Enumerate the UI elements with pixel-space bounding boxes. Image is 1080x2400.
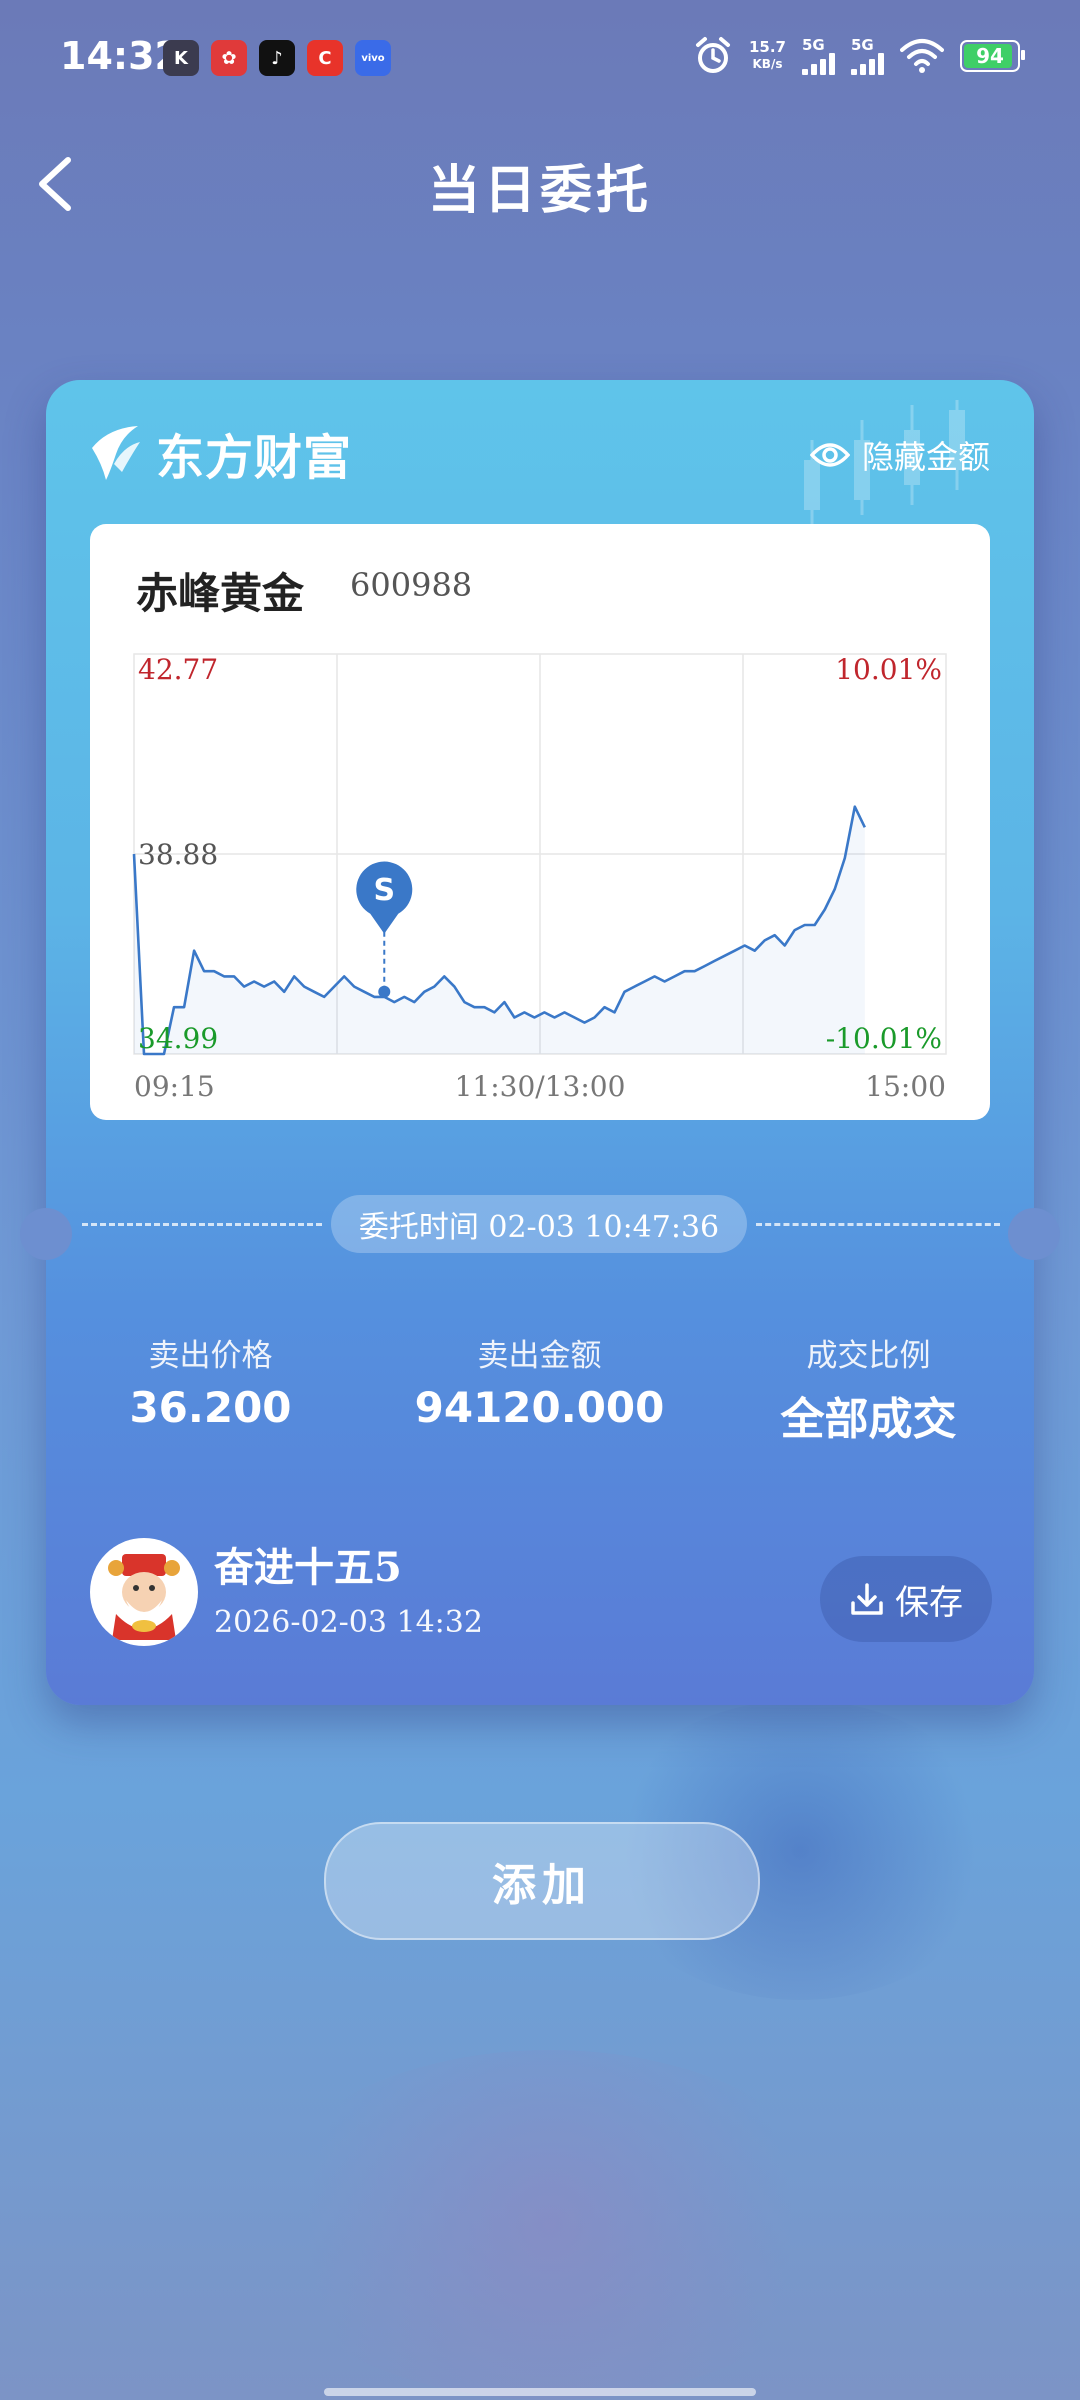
x-label-mid: 11:30/13:00: [455, 1070, 626, 1103]
add-button[interactable]: 添加: [324, 1822, 760, 1940]
download-icon: [851, 1583, 883, 1615]
battery-icon: 94: [960, 40, 1025, 72]
x-label-start: 09:15: [134, 1070, 215, 1103]
intraday-chart: 赤峰黄金 600988 42.77 38.88 34.99 10.01% -10.01%…: [90, 524, 990, 1120]
sim2-label: 5G: [851, 35, 874, 54]
avatar[interactable]: [90, 1538, 198, 1646]
stat-value: 全部成交: [780, 1394, 957, 1445]
status-right: 15.7 KB/s 5G 5G 94: [693, 35, 1025, 76]
save-label: 保存: [895, 1582, 963, 1623]
sell-marker-label: S: [373, 873, 395, 908]
wifi-icon: [900, 39, 944, 73]
eye-icon: [809, 443, 850, 467]
save-button[interactable]: 保存: [820, 1556, 992, 1642]
hide-amount-toggle[interactable]: 隐藏金额: [809, 432, 990, 478]
x-label-end: 15:00: [865, 1070, 946, 1103]
commission-time: 委托时间 02-03 10:47:36: [331, 1195, 747, 1253]
net-speed-value: 15.7: [748, 38, 786, 56]
hide-amount-label: 隐藏金额: [861, 438, 990, 476]
tiktok-icon: ♪: [259, 40, 295, 76]
order-card: 东方财富 隐藏金额 赤峰黄金 600988 42.77 38.88 34.99 10.…: [20, 380, 1060, 1705]
ticket-notch-right: [1008, 1208, 1060, 1260]
pct-label-bottom: -10.01%: [826, 1022, 942, 1055]
add-label: 添加: [492, 1860, 592, 1911]
eastmoney-logo-icon: [92, 426, 140, 480]
price-line-chart: 42.77 38.88 34.99 10.01% -10.01% 09:15 11:30/1…: [132, 653, 947, 1103]
vivo-icon: vivo: [355, 40, 391, 76]
user-date: 2026-02-03 14:32: [214, 1605, 483, 1640]
y-label-mid: 38.88: [138, 838, 218, 871]
c-app-icon: C: [307, 40, 343, 76]
brand-name: 东方财富: [156, 430, 353, 486]
y-label-bottom: 34.99: [138, 1022, 218, 1055]
stat-label: 卖出价格: [148, 1338, 273, 1374]
pct-label-top: 10.01%: [835, 653, 942, 686]
k-app-icon: K: [163, 40, 199, 76]
stat-value: 94120.000: [414, 1383, 665, 1432]
page-title: 当日委托: [427, 160, 652, 221]
god-of-wealth-avatar-icon: [108, 1554, 180, 1640]
stat-sell-price: 卖出价格 36.200: [46, 1330, 375, 1447]
y-label-top: 42.77: [138, 653, 218, 686]
ticket-notch-left: [20, 1208, 72, 1260]
sell-marker-dot: [378, 985, 391, 998]
sim1-label: 5G: [802, 35, 825, 54]
dashed-divider: [756, 1223, 1000, 1226]
alarm-icon: [695, 37, 730, 73]
order-stats: 卖出价格 36.200 卖出金额 94120.000 成交比例 全部成交: [46, 1330, 1034, 1447]
red-app-icon: ✿: [211, 40, 247, 76]
price-area: [134, 806, 865, 1054]
signal-sim1-icon: 5G: [802, 35, 835, 75]
stat-sell-amount: 卖出金额 94120.000: [375, 1330, 704, 1447]
status-bar: 14:32 K ✿ ♪ Cvivo 15.7 KB/s 5G 5G 94: [0, 0, 1080, 110]
stat-fill-ratio: 成交比例 全部成交: [704, 1330, 1033, 1447]
signal-sim2-icon: 5G: [851, 35, 884, 75]
stat-label: 成交比例: [806, 1338, 931, 1374]
battery-level: 94: [976, 44, 1004, 68]
dashed-divider: [82, 1223, 322, 1226]
net-speed: 15.7 KB/s: [749, 39, 786, 73]
home-indicator[interactable]: [324, 2388, 756, 2396]
notification-icons: K ✿ ♪ Cvivo: [163, 40, 391, 76]
stat-label: 卖出金额: [477, 1338, 602, 1374]
stat-value: 36.200: [129, 1383, 292, 1432]
background-glow: [250, 2050, 850, 2400]
user-name: 奋进十五5: [214, 1544, 402, 1591]
net-speed-unit: KB/s: [752, 57, 783, 71]
brand-logo: 东方财富: [88, 418, 352, 488]
